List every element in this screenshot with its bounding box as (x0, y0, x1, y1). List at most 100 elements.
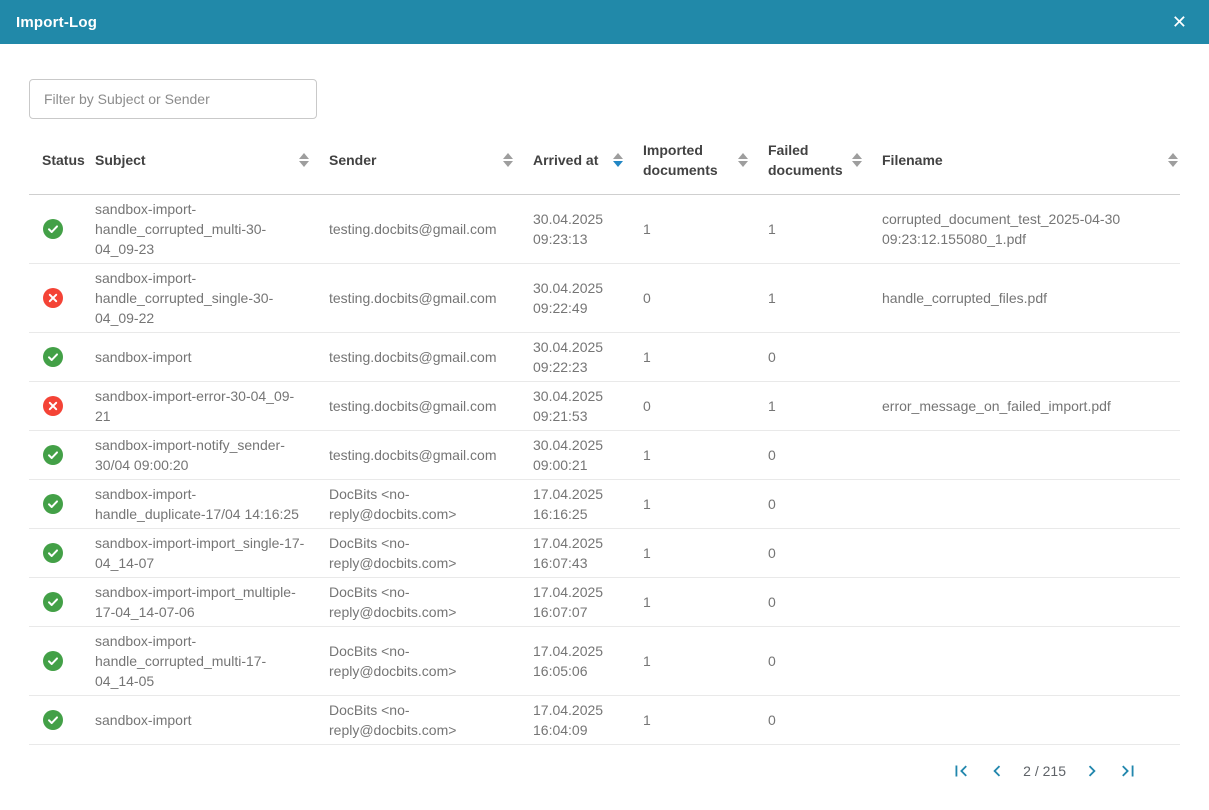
arrived-at-cell: 17.04.2025 16:16:25 (533, 484, 643, 524)
success-icon (43, 347, 63, 367)
arrived-at-cell: 30.04.2025 09:23:13 (533, 209, 643, 249)
imported-count-cell: 1 (643, 651, 768, 671)
dialog-title: Import-Log (16, 14, 97, 31)
failed-count-cell: 1 (768, 396, 882, 416)
failed-count-cell: 0 (768, 651, 882, 671)
sender-cell: DocBits <no-reply@docbits.com> (329, 700, 533, 740)
sort-icon[interactable] (738, 153, 748, 167)
dialog-content: Status Subject Sender Arrived at Importe… (0, 44, 1209, 785)
success-icon (43, 543, 63, 563)
table-row: sandbox-import-notify_sender-30/04 09:00… (29, 431, 1180, 480)
error-icon (43, 396, 63, 416)
table-row: sandbox-import-error-30-04_09-21 testing… (29, 382, 1180, 431)
imported-count-cell: 1 (643, 592, 768, 612)
column-header-imported[interactable]: Imported documents (643, 140, 768, 180)
column-header-label: Imported documents (643, 140, 730, 180)
sort-icon[interactable] (1168, 153, 1178, 167)
sender-cell: testing.docbits@gmail.com (329, 396, 533, 416)
filename-cell: handle_corrupted_files.pdf (882, 288, 1180, 308)
column-header-label: Sender (329, 150, 376, 170)
imported-count-cell: 1 (643, 347, 768, 367)
column-header-subject[interactable]: Subject (95, 150, 329, 170)
table-header-row: Status Subject Sender Arrived at Importe… (29, 125, 1180, 195)
column-header-label: Failed documents (768, 140, 844, 180)
sort-icon[interactable] (503, 153, 513, 167)
sender-cell: testing.docbits@gmail.com (329, 219, 533, 239)
status-cell (29, 494, 95, 514)
imported-count-cell: 0 (643, 288, 768, 308)
success-icon (43, 445, 63, 465)
table-row: sandbox-import-handle_corrupted_multi-17… (29, 627, 1180, 696)
close-icon[interactable]: ✕ (1168, 9, 1191, 35)
imported-count-cell: 0 (643, 396, 768, 416)
success-icon (43, 710, 63, 730)
subject-cell: sandbox-import-handle_corrupted_single-3… (95, 268, 329, 328)
filename-cell: corrupted_document_test_2025-04-30 09:23… (882, 209, 1180, 249)
column-header-status: Status (29, 150, 95, 170)
success-icon (43, 592, 63, 612)
success-icon (43, 494, 63, 514)
arrived-at-cell: 17.04.2025 16:05:06 (533, 641, 643, 681)
dialog-header: Import-Log ✕ (0, 0, 1209, 44)
failed-count-cell: 0 (768, 543, 882, 563)
imported-count-cell: 1 (643, 543, 768, 563)
sender-cell: DocBits <no-reply@docbits.com> (329, 484, 533, 524)
status-cell (29, 543, 95, 563)
filter-input[interactable] (29, 79, 317, 119)
failed-count-cell: 0 (768, 445, 882, 465)
sort-icon[interactable] (299, 153, 309, 167)
failed-count-cell: 1 (768, 219, 882, 239)
column-header-arrived[interactable]: Arrived at (533, 150, 643, 170)
error-icon (43, 288, 63, 308)
page-indicator: 2 / 215 (1023, 763, 1066, 779)
import-log-table: Status Subject Sender Arrived at Importe… (29, 125, 1180, 745)
last-page-icon[interactable] (1114, 757, 1142, 785)
success-icon (43, 651, 63, 671)
sender-cell: testing.docbits@gmail.com (329, 445, 533, 465)
column-header-failed[interactable]: Failed documents (768, 140, 882, 180)
imported-count-cell: 1 (643, 219, 768, 239)
first-page-icon[interactable] (947, 757, 975, 785)
filename-cell: error_message_on_failed_import.pdf (882, 396, 1180, 416)
column-header-sender[interactable]: Sender (329, 150, 533, 170)
status-cell (29, 396, 95, 416)
table-row: sandbox-import DocBits <no-reply@docbits… (29, 696, 1180, 745)
sender-cell: testing.docbits@gmail.com (329, 347, 533, 367)
status-cell (29, 347, 95, 367)
arrived-at-cell: 30.04.2025 09:21:53 (533, 386, 643, 426)
status-cell (29, 445, 95, 465)
table-row: sandbox-import-import_single-17-04_14-07… (29, 529, 1180, 578)
imported-count-cell: 1 (643, 445, 768, 465)
imported-count-cell: 1 (643, 494, 768, 514)
failed-count-cell: 0 (768, 347, 882, 367)
subject-cell: sandbox-import-import_multiple-17-04_14-… (95, 582, 329, 622)
arrived-at-cell: 30.04.2025 09:22:23 (533, 337, 643, 377)
sender-cell: testing.docbits@gmail.com (329, 288, 533, 308)
failed-count-cell: 0 (768, 710, 882, 730)
table-row: sandbox-import-import_multiple-17-04_14-… (29, 578, 1180, 627)
column-header-filename[interactable]: Filename (882, 150, 1180, 170)
table-body: sandbox-import-handle_corrupted_multi-30… (29, 195, 1180, 745)
next-page-icon[interactable] (1078, 757, 1106, 785)
sender-cell: DocBits <no-reply@docbits.com> (329, 582, 533, 622)
subject-cell: sandbox-import-error-30-04_09-21 (95, 386, 329, 426)
arrived-at-cell: 30.04.2025 09:00:21 (533, 435, 643, 475)
arrived-at-cell: 17.04.2025 16:07:07 (533, 582, 643, 622)
arrived-at-cell: 17.04.2025 16:07:43 (533, 533, 643, 573)
previous-page-icon[interactable] (983, 757, 1011, 785)
subject-cell: sandbox-import (95, 710, 329, 730)
sort-icon[interactable] (613, 153, 623, 167)
status-cell (29, 592, 95, 612)
sort-icon[interactable] (852, 153, 862, 167)
column-header-label: Subject (95, 150, 146, 170)
arrived-at-cell: 30.04.2025 09:22:49 (533, 278, 643, 318)
table-row: sandbox-import-handle_corrupted_single-3… (29, 264, 1180, 333)
table-row: sandbox-import-handle_duplicate-17/04 14… (29, 480, 1180, 529)
subject-cell: sandbox-import (95, 347, 329, 367)
subject-cell: sandbox-import-handle_duplicate-17/04 14… (95, 484, 329, 524)
sender-cell: DocBits <no-reply@docbits.com> (329, 641, 533, 681)
table-row: sandbox-import-handle_corrupted_multi-30… (29, 195, 1180, 264)
subject-cell: sandbox-import-handle_corrupted_multi-30… (95, 199, 329, 259)
status-cell (29, 651, 95, 671)
column-header-label: Status (42, 150, 85, 170)
